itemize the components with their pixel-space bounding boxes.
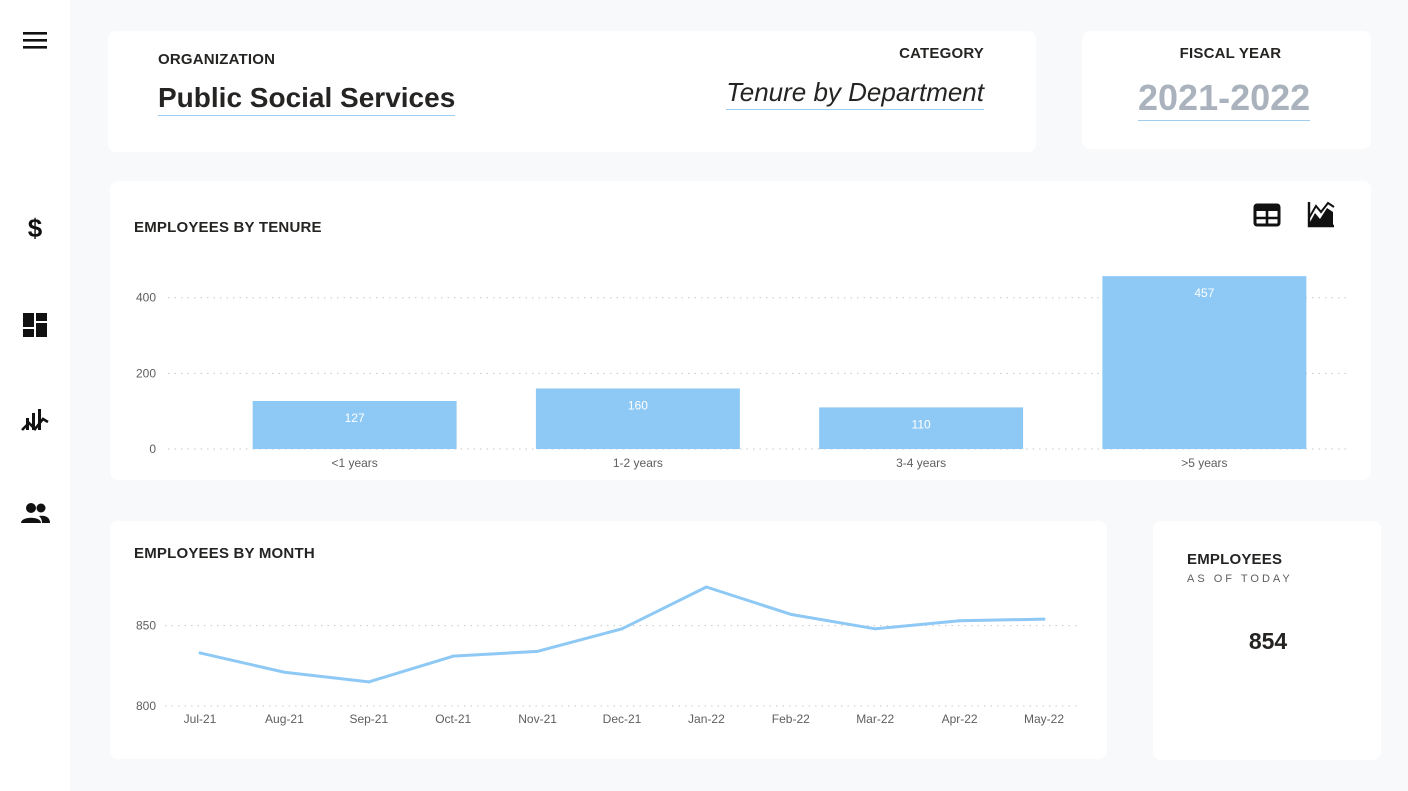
series-line — [199, 585, 1045, 684]
x-tick-label: Aug-21 — [265, 712, 304, 726]
x-tick-label: Dec-21 — [603, 712, 642, 726]
tenure-bar-chart: 0 200 400 127 <1 years 160 1-2 years 110 3-4 yea… — [136, 276, 1351, 470]
bar — [1102, 276, 1307, 449]
employees-kpi-subtitle: AS OF TODAY — [1187, 573, 1293, 585]
organization-select[interactable]: Public Social Services — [158, 81, 456, 116]
organization-label: ORGANIZATION — [158, 51, 276, 68]
dashboard-icon[interactable] — [19, 309, 51, 341]
people-icon[interactable] — [19, 497, 51, 529]
category-select[interactable]: Tenure by Department — [726, 76, 984, 110]
bar — [252, 400, 457, 449]
month-chart-card: EMPLOYEES BY MONTH 800 850 Jul-21 Aug-21 Sep… — [110, 521, 1107, 759]
data-point — [367, 680, 371, 684]
data-point — [704, 585, 708, 589]
x-tick-label: >5 years — [1181, 456, 1227, 470]
fiscal-year-card: FISCAL YEAR 2021-2022 — [1082, 31, 1371, 149]
svg-text:$: $ — [28, 213, 43, 243]
bar-data-label: 160 — [628, 398, 648, 412]
menu-icon[interactable] — [19, 24, 51, 56]
y-tick-label: 0 — [149, 442, 156, 456]
filter-header-card: ORGANIZATION Public Social Services CATE… — [108, 31, 1036, 152]
trend-chart-icon[interactable] — [19, 404, 51, 436]
x-tick-label: Nov-21 — [518, 712, 557, 726]
fiscal-year-select[interactable]: 2021-2022 — [1138, 76, 1311, 121]
data-point — [198, 651, 202, 655]
data-point — [620, 627, 624, 631]
x-tick-label: May-22 — [1024, 712, 1064, 726]
dollar-icon[interactable]: $ — [19, 212, 51, 244]
fiscal-year-label: FISCAL YEAR — [1179, 45, 1282, 62]
data-point — [789, 612, 793, 616]
data-point — [536, 649, 540, 653]
x-tick-label: <1 years — [331, 456, 377, 470]
tenure-chart-card: EMPLOYEES BY TENURE 0 200 400 127 <1 years 16… — [110, 181, 1371, 480]
x-tick-label: Sep-21 — [349, 712, 388, 726]
data-point — [958, 619, 962, 623]
employees-kpi-title: EMPLOYEES — [1187, 551, 1283, 568]
y-tick-label: 800 — [136, 699, 156, 713]
category-label: CATEGORY — [899, 45, 984, 62]
employees-kpi-card: EMPLOYEES AS OF TODAY 854 — [1153, 521, 1381, 760]
x-tick-label: 1-2 years — [613, 456, 663, 470]
data-point — [451, 654, 455, 658]
x-tick-label: Oct-21 — [435, 712, 471, 726]
x-tick-label: Apr-22 — [942, 712, 978, 726]
y-tick-label: 400 — [136, 291, 156, 305]
bar-data-label: 127 — [345, 411, 365, 425]
bar-data-label: 110 — [912, 417, 931, 431]
data-point — [282, 670, 286, 674]
sidebar: $ — [0, 0, 70, 791]
y-tick-label: 200 — [136, 366, 156, 380]
x-tick-label: Jan-22 — [688, 712, 725, 726]
data-point — [1042, 617, 1046, 621]
month-line-chart: 800 850 Jul-21 Aug-21 Sep-21 Oct-21 Nov-21 Dec-… — [136, 585, 1077, 726]
y-tick-label: 850 — [136, 619, 156, 633]
data-point — [873, 627, 877, 631]
x-tick-label: 3-4 years — [896, 456, 946, 470]
bar-data-label: 457 — [1194, 286, 1214, 300]
x-tick-label: Mar-22 — [856, 712, 894, 726]
x-tick-label: Feb-22 — [772, 712, 810, 726]
x-tick-label: Jul-21 — [184, 712, 217, 726]
employees-kpi-value: 854 — [1248, 628, 1288, 654]
